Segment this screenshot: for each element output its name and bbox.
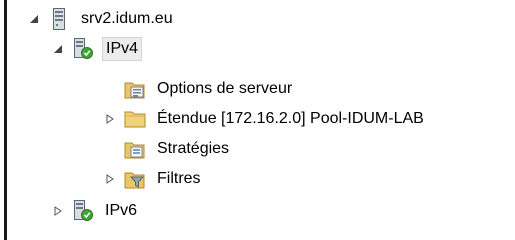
tree-node-label: Stratégies (157, 140, 230, 157)
pane-left-border (4, 0, 7, 240)
tree-node-scope[interactable]: Étendue [172.16.2.0] Pool-IDUM-LAB (104, 104, 427, 134)
collapse-arrow-icon[interactable] (28, 12, 40, 26)
filter-icon (124, 168, 146, 190)
tree-node-ipv4[interactable]: IPv4 (52, 34, 143, 64)
folder-icon (124, 108, 146, 130)
server-options-icon (124, 78, 146, 100)
tree-node-server[interactable]: srv2.idum.eu (28, 4, 176, 34)
ipv6-icon (72, 200, 94, 222)
ipv4-icon (72, 38, 94, 60)
tree-node-label: srv2.idum.eu (81, 10, 173, 27)
tree-node-label: IPv6 (105, 202, 138, 219)
tree-node-label: IPv4 (102, 37, 143, 61)
tree-node-label: Options de serveur (157, 80, 293, 97)
tree-node-server-options[interactable]: Options de serveur (104, 74, 295, 104)
tree-node-filters[interactable]: Filtres (104, 164, 204, 194)
expand-arrow-icon[interactable] (52, 204, 64, 218)
expand-arrow-icon[interactable] (104, 172, 116, 186)
expand-arrow-icon[interactable] (104, 112, 116, 126)
policies-icon (124, 138, 146, 160)
tree-node-label: Étendue [172.16.2.0] Pool-IDUM-LAB (157, 110, 424, 127)
tree-node-policies[interactable]: Stratégies (104, 134, 232, 164)
collapse-arrow-icon[interactable] (52, 42, 64, 56)
tree-node-ipv6[interactable]: IPv6 (52, 196, 140, 226)
server-icon (48, 8, 70, 30)
tree-node-label: Filtres (157, 170, 201, 187)
